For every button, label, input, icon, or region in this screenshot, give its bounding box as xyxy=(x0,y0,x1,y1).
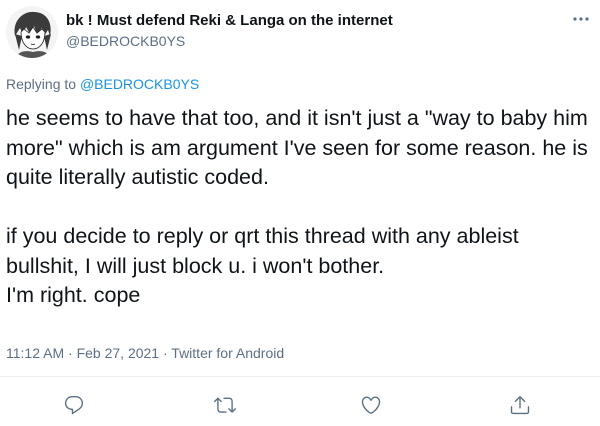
share-icon xyxy=(510,396,530,415)
tweet-text: he seems to have that too, and it isn't … xyxy=(6,106,588,307)
tweet-date[interactable]: Feb 27, 2021 xyxy=(77,345,160,361)
like-icon xyxy=(361,396,381,414)
retweet-icon xyxy=(214,397,236,413)
meta-separator: · xyxy=(159,345,172,361)
tweet-source[interactable]: Twitter for Android xyxy=(171,345,284,361)
like-button[interactable] xyxy=(356,390,386,420)
reply-button[interactable] xyxy=(59,390,89,420)
tweet-time[interactable]: 11:12 AM xyxy=(6,345,64,361)
avatar[interactable] xyxy=(6,6,58,58)
author-handle[interactable]: @BEDROCKB0YS xyxy=(66,33,185,49)
more-options-icon[interactable] xyxy=(570,12,592,26)
tweet: bk ! Must defend Reki & Langa on the int… xyxy=(0,0,600,426)
divider xyxy=(0,376,600,377)
replying-to: Replying to @BEDROCKB0YS xyxy=(6,76,199,92)
meta-separator: · xyxy=(64,345,77,361)
tweet-metadata: 11:12 AM · Feb 27, 2021 · Twitter for An… xyxy=(6,345,284,361)
retweet-button[interactable] xyxy=(210,390,240,420)
author-display-name[interactable]: bk ! Must defend Reki & Langa on the int… xyxy=(66,12,393,29)
anime-avatar-icon xyxy=(6,6,58,58)
reply-icon xyxy=(64,396,84,415)
replying-to-label: Replying to xyxy=(6,76,80,92)
action-bar xyxy=(0,390,600,422)
share-button[interactable] xyxy=(505,390,535,420)
replying-to-handle-link[interactable]: @BEDROCKB0YS xyxy=(80,76,199,92)
